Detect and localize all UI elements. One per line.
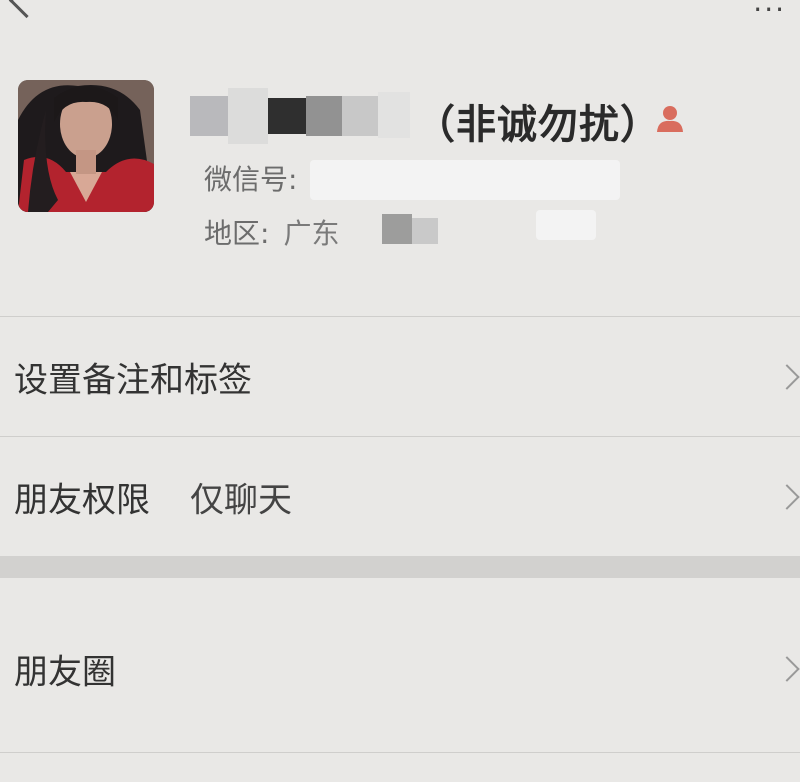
nickname-row: （非诚勿扰） — [190, 88, 750, 148]
user-icon — [657, 106, 683, 132]
menu-item-label: 朋友权限 — [14, 480, 150, 521]
region-row: 地区: 广东 — [204, 212, 339, 252]
nickname-suffix: （非诚勿扰） — [415, 102, 661, 148]
wechat-id-mosaic — [310, 160, 620, 200]
avatar[interactable] — [18, 80, 154, 212]
region-label: 地区: — [204, 217, 270, 250]
region-mosaic — [382, 210, 442, 250]
divider — [0, 752, 800, 753]
menu-item-label-row: 朋友权限 仅聊天 — [14, 473, 292, 522]
top-bar: ··· — [0, 0, 800, 30]
more-icon[interactable]: ··· — [753, 0, 786, 24]
wechat-id-label: 微信号: — [204, 163, 298, 196]
chevron-right-icon — [774, 656, 800, 682]
chevron-right-icon — [774, 364, 800, 390]
avatar-image — [18, 80, 154, 212]
back-icon[interactable] — [8, 0, 45, 19]
section-gap — [0, 556, 800, 578]
menu-item-value: 仅聊天 — [190, 480, 292, 521]
nickname-mosaic — [190, 88, 410, 146]
menu-item-label: 设置备注和标签 — [14, 360, 252, 401]
menu-item-label: 朋友圈 — [14, 652, 116, 693]
menu-item-remark-tags[interactable]: 设置备注和标签 — [0, 318, 800, 436]
chevron-right-icon — [774, 484, 800, 510]
divider — [0, 316, 800, 317]
menu-item-moments[interactable]: 朋友圈 — [0, 610, 800, 728]
menu-item-friend-permission[interactable]: 朋友权限 仅聊天 — [0, 438, 800, 556]
region-extra-mosaic — [536, 210, 596, 240]
profile-header: （非诚勿扰） 微信号: 地区: 广东 — [0, 60, 800, 316]
divider — [0, 436, 800, 437]
region-value: 广东 — [283, 217, 340, 250]
wechat-id-row: 微信号: — [204, 158, 297, 198]
